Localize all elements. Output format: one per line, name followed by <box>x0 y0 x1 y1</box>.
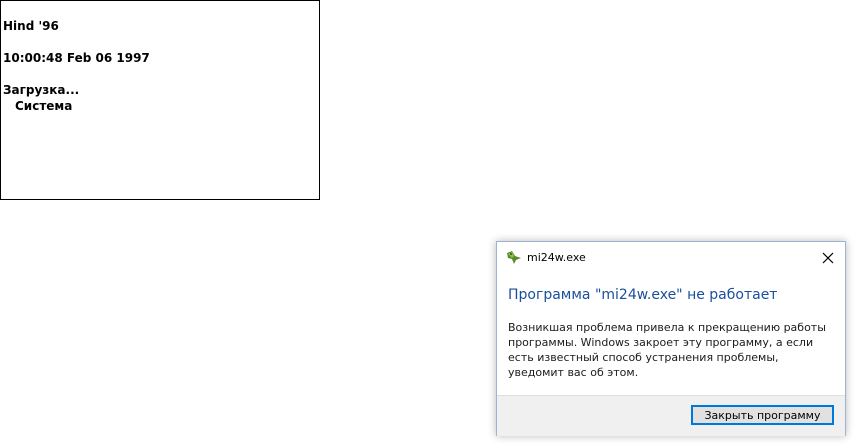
console-line-timestamp: 10:00:48 Feb 06 1997 <box>3 51 150 65</box>
dialog-footer: Закрыть программу <box>497 395 845 436</box>
dialog-heading: Программа "mi24w.exe" не работает <box>508 287 778 303</box>
dialog-title: mi24w.exe <box>527 251 586 264</box>
console-line-title: Hind '96 <box>3 19 59 33</box>
close-program-button[interactable]: Закрыть программу <box>691 405 834 425</box>
console-window: Hind '96 10:00:48 Feb 06 1997 Загрузка..… <box>0 0 320 200</box>
dialog-titlebar[interactable]: mi24w.exe <box>497 242 845 273</box>
app-icon <box>506 249 522 265</box>
dialog-message: Возникшая проблема привела к прекращению… <box>508 321 826 379</box>
close-icon <box>822 252 834 263</box>
error-dialog: mi24w.exe Программа "mi24w.exe" не работ… <box>496 241 846 436</box>
console-line-loading: Загрузка... <box>3 83 80 97</box>
close-button[interactable] <box>811 242 845 273</box>
console-line-system: Система <box>15 99 73 113</box>
